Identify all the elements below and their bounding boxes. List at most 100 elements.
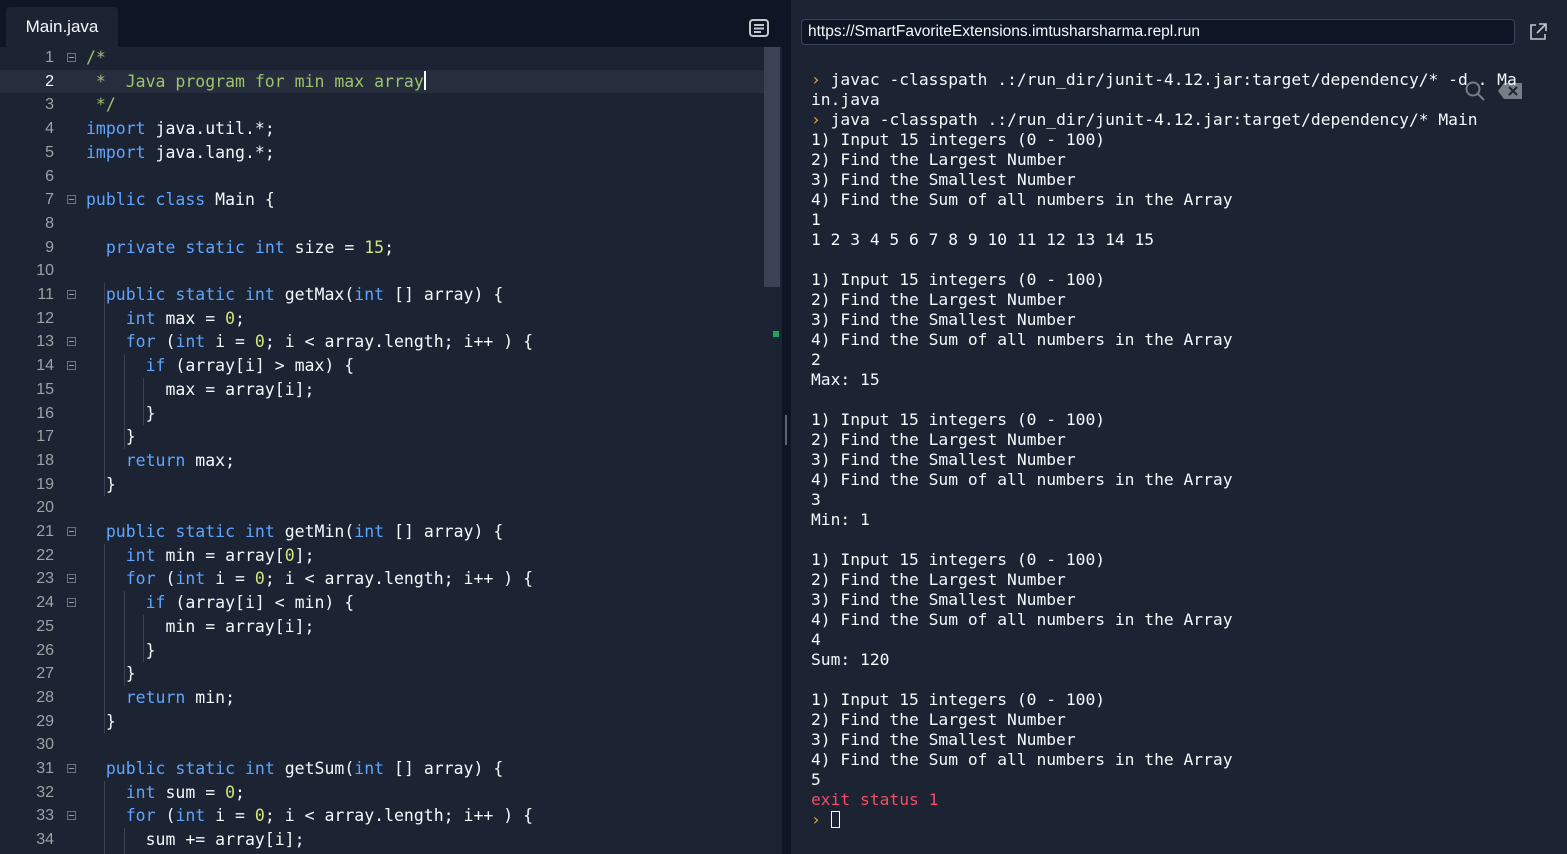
code-token: int [125,782,156,802]
console-text: Max: 15 [811,370,880,389]
code-token: getMax( [274,285,355,304]
code-token: int [175,569,206,589]
code-token: public [105,759,166,778]
console-line: 2) Find the Largest Number [811,710,1551,730]
fold-toggle-icon[interactable] [67,574,76,584]
console-text: 2) Find the Largest Number [811,290,1066,309]
fold-toggle-icon[interactable] [67,598,76,608]
console-line: 2) Find the Largest Number [811,570,1551,590]
prompt-icon: › [811,110,821,129]
fold-toggle-icon[interactable] [67,290,76,299]
console-line: 3) Find the Smallest Number [811,170,1551,190]
code-text: public class Main { [86,188,275,212]
code-line[interactable]: 9 private static int size = 15; [0,236,764,260]
code-line[interactable]: 6 [0,165,764,189]
pane-divider[interactable] [782,0,791,854]
tab-main-java[interactable]: Main.java [6,7,118,47]
code-line[interactable]: 19 } [0,473,764,497]
code-line[interactable]: 18 return max; [0,449,764,473]
code-token: ( [155,806,176,826]
code-line[interactable]: 33 for (int i = 0; i < array.length; i++… [0,804,764,828]
code-line[interactable]: 30 [0,733,764,757]
fold-toggle-icon[interactable] [67,337,76,347]
console-text: 5 [811,770,821,789]
code-line[interactable]: 15 max = array[i]; [0,378,764,402]
fold-toggle-icon[interactable] [67,195,76,205]
divider-grip[interactable] [785,415,787,445]
console-text: javac -classpath .:/run_dir/junit-4.12.j… [830,70,1517,89]
code-line[interactable]: 31 public static int getSum(int [] array… [0,757,764,781]
code-line[interactable]: 22 int min = array[0]; [0,544,764,568]
code-line[interactable]: 28 return min; [0,686,764,710]
code-line[interactable]: 13 for (int i = 0; i < array.length; i++… [0,330,764,354]
editor-scrollbar[interactable] [764,47,782,854]
code-line[interactable]: 23 for (int i = 0; i < array.length; i++… [0,567,764,591]
line-number: 32 [36,783,54,801]
code-line[interactable]: 5 import java.lang.*; [0,141,764,165]
fold-toggle-icon[interactable] [67,811,76,821]
code-line[interactable]: 11 public static int getMax(int [] array… [0,283,764,307]
code-line[interactable]: 17 } [0,425,764,449]
code-token: for [125,569,156,589]
code-line[interactable]: 3 */ [0,93,764,117]
code-line[interactable]: 29 } [0,710,764,734]
fold-toggle-icon[interactable] [67,527,76,536]
code-line[interactable]: 20 [0,496,764,520]
webview-url-bar[interactable]: https://SmartFavoriteExtensions.imtushar… [801,19,1515,45]
change-marker [773,331,779,337]
code-line[interactable]: 27 } [0,662,764,686]
line-number: 7 [45,191,54,209]
console-text: Min: 1 [811,510,870,529]
console-line: in.java [811,90,1551,110]
code-line[interactable]: 34 sum += array[i]; [0,828,764,852]
code-text: for (int i = 0; i < array.length; i++ ) … [86,804,533,828]
code-token: static [185,237,245,257]
code-text: /* [86,47,106,70]
line-number: 5 [45,143,54,161]
editor-scrollbar-thumb[interactable] [764,47,780,287]
code-line[interactable]: 1 /* [0,47,764,70]
code-text: int min = array[0]; [86,544,315,568]
code-line[interactable]: 21 public static int getMin(int [] array… [0,520,764,544]
code-line[interactable]: 12 int max = 0; [0,307,764,331]
fold-toggle-icon[interactable] [67,764,76,773]
editor-tab-bar: Main.java [0,0,782,47]
code-line[interactable]: 4 import java.util.*; [0,117,764,141]
fold-toggle-icon[interactable] [67,53,76,62]
code-line[interactable]: 14 if (array[i] > max) { [0,354,764,378]
open-in-new-tab-icon[interactable] [1528,22,1548,42]
code-line[interactable]: 25 min = array[i]; [0,615,764,639]
code-token: } [86,427,136,447]
code-line[interactable]: 24 if (array[i] < min) { [0,591,764,615]
fold-toggle-icon[interactable] [67,361,76,371]
outline-icon[interactable] [749,18,769,38]
line-number: 2 [45,72,54,90]
code-line[interactable]: 8 [0,212,764,236]
code-text: if (array[i] < min) { [86,591,355,615]
code-line[interactable]: 7 public class Main { [0,188,764,212]
code-token: static [175,522,236,541]
console-text: 2) Find the Largest Number [811,150,1066,169]
console-cursor[interactable] [830,811,840,828]
code-line[interactable]: 2 * Java program for min max array [0,69,764,94]
console-line: 4) Find the Sum of all numbers in the Ar… [811,190,1551,210]
code-text: } [86,425,136,449]
console-output[interactable]: › javac -classpath .:/run_dir/junit-4.12… [811,70,1551,830]
code-line[interactable]: 16 } [0,402,764,426]
code-token: sum = [155,782,226,802]
code-area[interactable]: 1/* 2 * Java program for min max array 3 *… [0,47,764,854]
code-token: int [175,806,206,826]
code-line[interactable]: 26 } [0,639,764,663]
code-line[interactable]: 32 int sum = 0; [0,781,764,805]
code-line[interactable]: 10 [0,259,764,283]
code-token: max; [185,450,236,470]
console-text: 4) Find the Sum of all numbers in the Ar… [811,470,1233,489]
indent-guide [104,780,105,854]
line-number: 30 [36,736,54,754]
code-token: java.lang.*; [145,142,275,162]
